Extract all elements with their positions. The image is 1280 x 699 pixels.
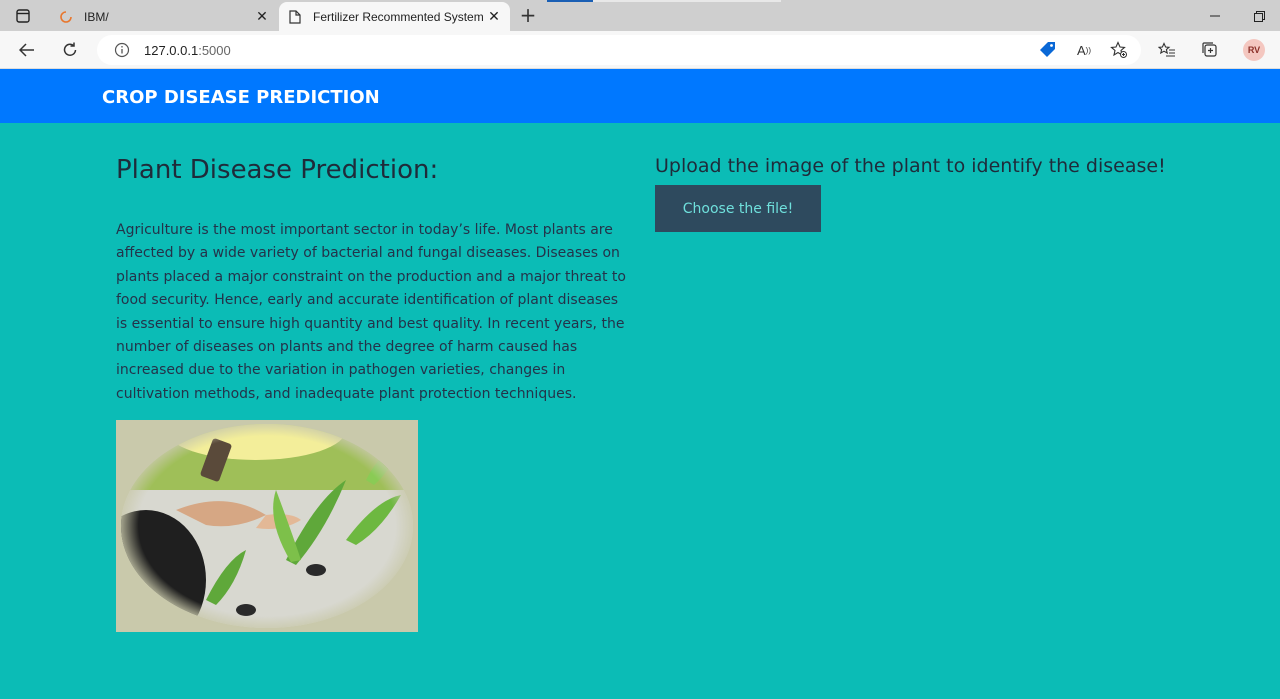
tab-strip-accent — [547, 0, 593, 2]
close-tab-icon[interactable]: ✕ — [252, 8, 272, 25]
plant-image — [116, 420, 418, 632]
tab-actions-icon[interactable] — [12, 5, 34, 27]
tab-title: Fertilizer Recommented System a — [313, 9, 484, 24]
add-favorite-icon[interactable] — [1107, 38, 1131, 62]
page-title: Plant Disease Prediction: — [116, 155, 439, 185]
close-tab-icon[interactable]: ✕ — [484, 8, 504, 25]
collections-icon[interactable] — [1198, 38, 1222, 62]
refresh-icon[interactable] — [58, 38, 82, 62]
upload-label: Upload the image of the plant to identif… — [655, 155, 1166, 177]
url-host: 127.0.0.1 — [144, 42, 199, 58]
tab-title: IBM/ — [84, 9, 109, 24]
choose-file-button[interactable]: Choose the file! — [655, 185, 821, 232]
tab-fertilizer[interactable]: Fertilizer Recommented System a ✕ — [279, 2, 510, 31]
minimize-icon[interactable] — [1204, 5, 1226, 27]
profile-avatar[interactable]: RV — [1243, 39, 1265, 61]
tab-strip-accent-light — [593, 0, 781, 2]
url-port: :5000 — [198, 42, 231, 58]
browser-toolbar: 127.0.0.1:5000 A)) RV — [0, 31, 1280, 69]
read-aloud-icon[interactable]: A)) — [1072, 38, 1096, 62]
favorites-icon[interactable] — [1155, 38, 1179, 62]
document-icon — [287, 9, 303, 25]
description-text: Agriculture is the most important sector… — [116, 222, 626, 402]
new-tab-icon[interactable]: + — [517, 3, 539, 27]
browser-tab-bar: IBM/ ✕ Fertilizer Recommented System a ✕… — [0, 0, 1280, 31]
site-info-icon[interactable] — [114, 42, 130, 58]
site-navbar: CROP DISEASE PREDICTION — [0, 69, 1280, 123]
brand-title[interactable]: CROP DISEASE PREDICTION — [102, 87, 380, 108]
loading-icon — [58, 9, 74, 25]
tab-ibm[interactable]: IBM/ ✕ — [50, 2, 278, 31]
restore-icon[interactable] — [1248, 5, 1270, 27]
shopping-tag-icon[interactable] — [1036, 38, 1060, 62]
address-bar[interactable]: 127.0.0.1:5000 — [97, 35, 1141, 65]
back-arrow-icon[interactable] — [15, 38, 39, 62]
